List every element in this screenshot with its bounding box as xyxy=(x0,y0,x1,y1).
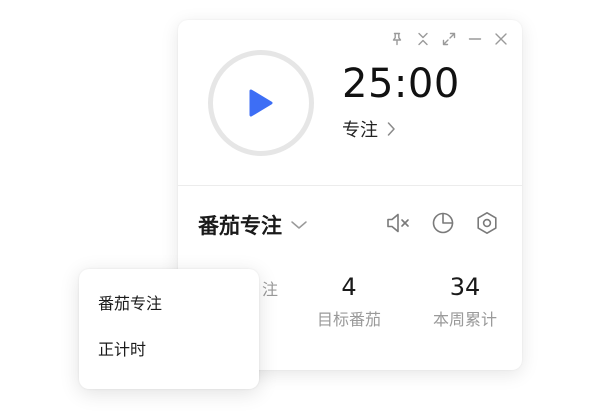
timer-display: 25:00 xyxy=(342,61,460,107)
mode-dropdown-menu: 番茄专注 正计时 xyxy=(79,269,259,389)
mode-dropdown-label: 番茄专注 xyxy=(198,214,282,238)
settings-button[interactable] xyxy=(474,210,500,236)
stat-value: 4 xyxy=(341,273,357,301)
pin-icon xyxy=(392,32,402,46)
play-button[interactable] xyxy=(208,50,314,156)
chevron-right-icon xyxy=(387,122,395,136)
minimize-button[interactable] xyxy=(464,30,486,48)
section-divider xyxy=(178,185,522,186)
close-icon xyxy=(495,33,507,45)
statistics-button[interactable] xyxy=(430,210,456,236)
stat-weekly-total: 34 本周累计 xyxy=(410,272,520,330)
pie-chart-icon xyxy=(432,212,454,234)
focus-mode-link[interactable]: 专注 xyxy=(342,116,396,142)
minimize-icon xyxy=(468,38,482,40)
pin-button[interactable] xyxy=(386,30,408,48)
stat-label: 本周累计 xyxy=(432,310,497,329)
stat-target-pomodoros: 4 目标番茄 xyxy=(294,272,404,330)
expand-icon xyxy=(442,32,456,46)
close-button[interactable] xyxy=(490,30,512,48)
mute-button[interactable] xyxy=(386,210,412,236)
chevron-down-icon xyxy=(291,221,307,229)
collapse-button[interactable] xyxy=(412,30,434,48)
focus-mode-label: 专注 xyxy=(342,120,378,141)
window-controls xyxy=(386,30,512,48)
collapse-icon xyxy=(418,32,428,46)
app-stage: 25:00 专注 番茄专注 注 4 目标番茄 34 本周累计 番茄专注 正计时 xyxy=(0,0,600,412)
mode-dropdown-toggle[interactable]: 番茄专注 xyxy=(198,210,308,240)
expand-button[interactable] xyxy=(438,30,460,48)
settings-icon xyxy=(477,212,497,234)
toolbar-icons xyxy=(386,210,500,236)
dropdown-item-pomodoro[interactable]: 番茄专注 xyxy=(79,281,259,327)
play-icon xyxy=(249,89,273,117)
mute-icon xyxy=(387,213,409,233)
stat-value: 34 xyxy=(449,273,481,301)
dropdown-item-stopwatch[interactable]: 正计时 xyxy=(79,327,259,373)
stat-label: 目标番茄 xyxy=(316,310,381,329)
